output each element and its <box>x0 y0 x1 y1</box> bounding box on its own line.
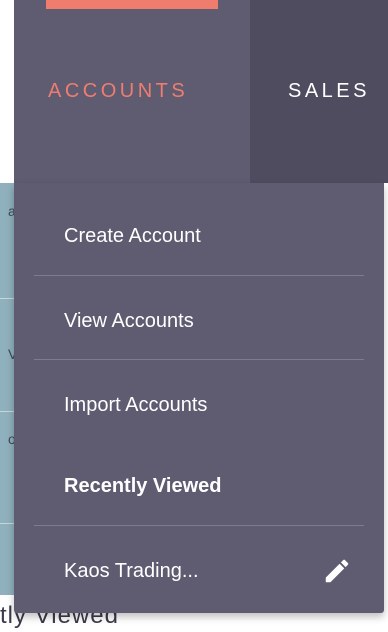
recently-viewed-item-label: Kaos Trading... <box>64 559 199 582</box>
nav-tab-label: ACCOUNTS <box>48 80 189 102</box>
menu-divider <box>34 275 364 276</box>
background-divider <box>0 523 14 524</box>
menu-item-label: Import Accounts <box>64 393 208 416</box>
active-tab-indicator <box>46 0 218 9</box>
menu-item-import-accounts[interactable]: Import Accounts <box>34 363 364 447</box>
recently-viewed-item[interactable]: Kaos Trading... <box>34 529 364 613</box>
nav-tab-accounts[interactable]: ACCOUNTS <box>14 0 250 183</box>
menu-divider <box>34 359 364 360</box>
menu-item-label: View Accounts <box>64 309 194 332</box>
top-navigation-bar: ACCOUNTS SALES <box>14 0 388 183</box>
background-divider <box>0 411 14 412</box>
menu-item-label: Create Account <box>64 224 201 247</box>
menu-divider <box>34 525 364 526</box>
nav-tab-sales[interactable]: SALES <box>250 0 388 183</box>
accounts-dropdown-menu: Create Account View Accounts Import Acco… <box>14 183 384 613</box>
background-divider <box>0 298 14 299</box>
pencil-icon[interactable] <box>322 556 352 586</box>
recently-viewed-label: Recently Viewed <box>64 474 222 497</box>
menu-item-create-account[interactable]: Create Account <box>34 194 364 278</box>
recently-viewed-header: Recently Viewed <box>34 444 364 528</box>
menu-item-view-accounts[interactable]: View Accounts <box>34 279 364 363</box>
background-content-strip: a V o <box>0 183 17 595</box>
nav-tab-label: SALES <box>288 80 370 102</box>
pencil-icon-svg <box>325 559 349 583</box>
